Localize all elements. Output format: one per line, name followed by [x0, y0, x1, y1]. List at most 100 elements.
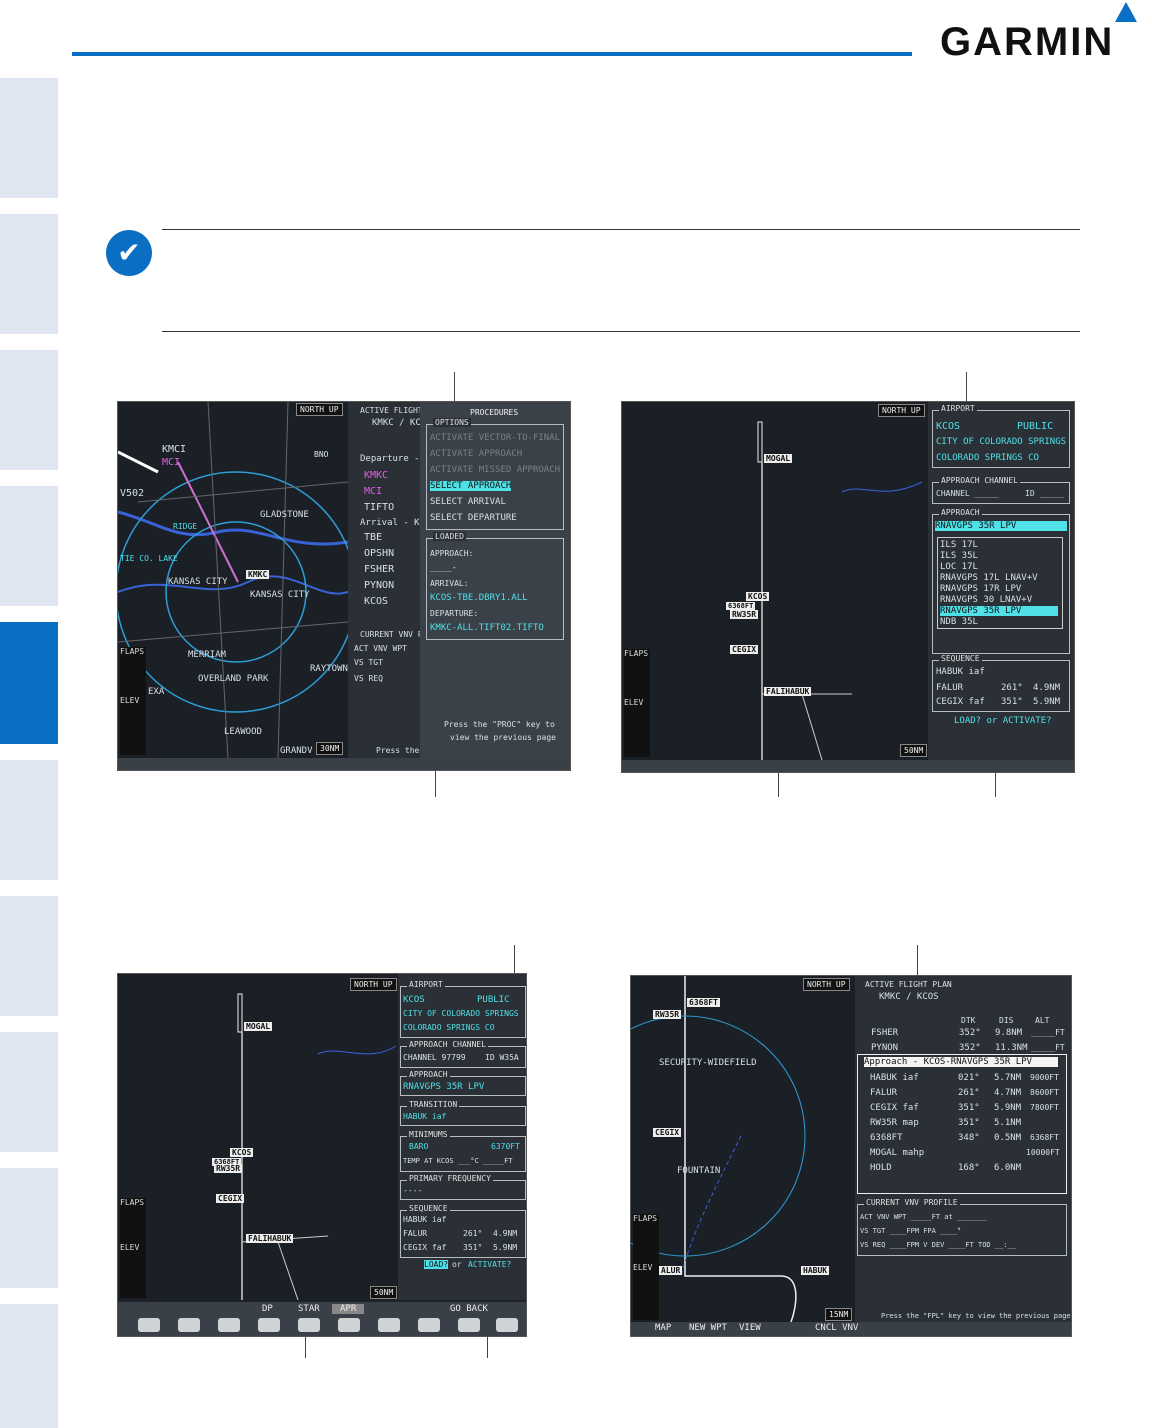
approach-selected[interactable]: RNAVGPS 35R LPV [935, 521, 1067, 531]
fpl-row-dis: 5.7NM [994, 1073, 1022, 1083]
navigation-map[interactable]: KMCI MCI V502 BNO GLADSTONE KANSAS CITY … [118, 402, 348, 758]
airport-id[interactable]: KCOS [936, 421, 960, 432]
activate-button[interactable]: ACTIVATE? [468, 1260, 511, 1269]
option-item[interactable]: ACTIVATE VECTOR-TO-FINAL [430, 433, 560, 443]
fpl-row-name[interactable]: HOLD [870, 1163, 892, 1173]
softkey-star-label: STAR [298, 1304, 320, 1314]
softkey-button[interactable] [178, 1318, 200, 1332]
map-range[interactable]: 15NM [825, 1308, 853, 1321]
airport-type: PUBLIC [477, 995, 510, 1005]
minimums-title: MINIMUMS [407, 1130, 450, 1139]
map-label: TIE CO. LAKE [120, 554, 178, 563]
map-label: V502 [120, 488, 145, 499]
arr-wpt[interactable]: KCOS [364, 596, 388, 607]
approach-option[interactable]: RNAVGPS 17R LPV [940, 584, 1021, 594]
softkey-star-button[interactable] [298, 1318, 320, 1332]
approach-option-highlighted[interactable]: RNAVGPS 35R LPV [940, 606, 1058, 616]
fpl-row-name[interactable]: 6368FT [870, 1133, 903, 1143]
softkey-map-label[interactable]: MAP [655, 1323, 671, 1333]
load-activate-prompt[interactable]: LOAD? or ACTIVATE? [954, 716, 1052, 726]
option-item[interactable]: ACTIVATE MISSED APPROACH [430, 465, 560, 475]
softkey-cnclvnv-label[interactable]: CNCL VNV [815, 1323, 858, 1333]
arr-wpt[interactable]: OPSHN [364, 548, 394, 559]
map-waypoint-label: KMKC [246, 570, 270, 579]
fpl-row-name[interactable]: PYNON [871, 1043, 898, 1053]
arr-wpt[interactable]: PYNON [364, 580, 394, 591]
map-waypoint-label: CEGIX [653, 1128, 682, 1137]
vnav-title: CURRENT VNV PROFILE [864, 1198, 960, 1207]
chapter-tab-2[interactable] [0, 214, 58, 334]
softkey-button[interactable] [378, 1318, 400, 1332]
dep-wpt[interactable]: KMKC [364, 470, 388, 481]
dep-wpt[interactable]: TIFTO [364, 502, 394, 513]
fpl-row-dtk: 352° [959, 1043, 981, 1053]
approach-option[interactable]: ILS 35L [940, 551, 978, 561]
option-item[interactable]: ACTIVATE APPROACH [430, 449, 522, 459]
chapter-tab-7[interactable] [0, 896, 58, 1016]
option-item[interactable]: SELECT DEPARTURE [430, 513, 517, 523]
chapter-tab-1[interactable] [0, 78, 58, 198]
map-waypoint-label: RW35R [653, 1010, 682, 1019]
navigation-map[interactable]: 6368FT RW35R SECURITY-WIDEFIELD CEGIX FO… [631, 976, 855, 1322]
seq-dtk: 261° [463, 1229, 483, 1238]
chapter-tab-5-active[interactable] [0, 622, 58, 744]
approach-header[interactable]: Approach - KCOS-RNAVGPS 35R LPV [864, 1057, 1058, 1067]
or-text: or [452, 1260, 462, 1269]
fpl-row-dtk: 351° [958, 1118, 980, 1128]
softkey-goback-button[interactable] [458, 1318, 480, 1332]
approach-option[interactable]: ILS 17L [940, 540, 978, 550]
approach-value[interactable]: RNAVGPS 35R LPV [403, 1082, 484, 1092]
fpl-row-name[interactable]: RW35R map [870, 1118, 919, 1128]
departure-label: DEPARTURE: [430, 609, 479, 618]
softkey-button[interactable] [418, 1318, 440, 1332]
softkey-button[interactable] [496, 1318, 518, 1332]
option-item[interactable]: SELECT ARRIVAL [430, 497, 506, 507]
seq-name: FALUR [403, 1229, 428, 1238]
softkey-apr-button[interactable] [338, 1318, 360, 1332]
chapter-tab-10[interactable] [0, 1304, 58, 1428]
approach-option[interactable]: RNAVGPS 17L LNAV+V [940, 573, 1038, 583]
fpl-row-alt: 9000FT [1030, 1073, 1059, 1082]
vnav-row: ACT VNV WPT [354, 644, 407, 653]
chapter-tab-3[interactable] [0, 350, 58, 470]
fpl-row-name[interactable]: MOGAL mahp [870, 1148, 924, 1158]
arr-wpt[interactable]: TBE [364, 532, 382, 543]
transition-value[interactable]: HABUK iaf [403, 1112, 446, 1121]
load-button[interactable]: LOAD? [424, 1260, 449, 1269]
approach-option[interactable]: NDB 35L [940, 617, 978, 627]
chapter-tab-4[interactable] [0, 486, 58, 606]
dep-wpt[interactable]: MCI [364, 486, 382, 497]
map-label: KANSAS CITY [250, 590, 310, 600]
airport-title: AIRPORT [407, 980, 445, 989]
chapter-tab-9[interactable] [0, 1168, 58, 1288]
fpl-row-name[interactable]: HABUK iaf [870, 1073, 919, 1083]
map-range[interactable]: 30NM [316, 742, 344, 755]
press-proc-hint: Press the "PROC" key to [444, 720, 555, 729]
fpl-row-name[interactable]: FSHER [871, 1028, 898, 1038]
softkey-newwpt-label[interactable]: NEW WPT [689, 1323, 727, 1333]
freq-value: ---- [403, 1186, 423, 1195]
departure-value: KMKC-ALL.TIFT02.TIFTO [430, 623, 544, 633]
chapter-tab-8[interactable] [0, 1032, 58, 1152]
navigation-map[interactable]: MOGAL KCOS 6368FT RW35R CEGIX FALIHABUK … [622, 402, 928, 760]
fpl-row-name[interactable]: CEGIX faf [870, 1103, 919, 1113]
softkey-button[interactable] [138, 1318, 160, 1332]
temp-at-airport: TEMP AT KCOS ___°C _____FT [403, 1157, 513, 1165]
arr-wpt[interactable]: FSHER [364, 564, 394, 575]
softkey-button[interactable] [218, 1318, 240, 1332]
softkey-view-label[interactable]: VIEW [739, 1323, 761, 1333]
note-checkmark-icon: ✔ [106, 230, 152, 276]
option-item-selected[interactable]: SELECT APPROACH [430, 481, 512, 491]
chapter-tab-6[interactable] [0, 760, 58, 880]
approach-option[interactable]: LOC 17L [940, 562, 978, 572]
navigation-map[interactable]: MOGAL KCOS 6368FT RW35R CEGIX FALIHABUK … [118, 974, 398, 1300]
minimums-value[interactable]: 6370FT [491, 1142, 520, 1151]
approach-option[interactable]: RNAVGPS 30 LNAV+V [940, 595, 1032, 605]
softkey-dp-button[interactable] [258, 1318, 280, 1332]
minimums-type[interactable]: BARO [409, 1142, 428, 1151]
fpl-row-name[interactable]: FALUR [870, 1088, 897, 1098]
flaps-indicator: FLAPS ELEV [120, 647, 146, 755]
map-range[interactable]: 50NM [900, 744, 928, 757]
map-range[interactable]: 50NM [370, 1286, 398, 1299]
airport-id[interactable]: KCOS [403, 995, 425, 1005]
